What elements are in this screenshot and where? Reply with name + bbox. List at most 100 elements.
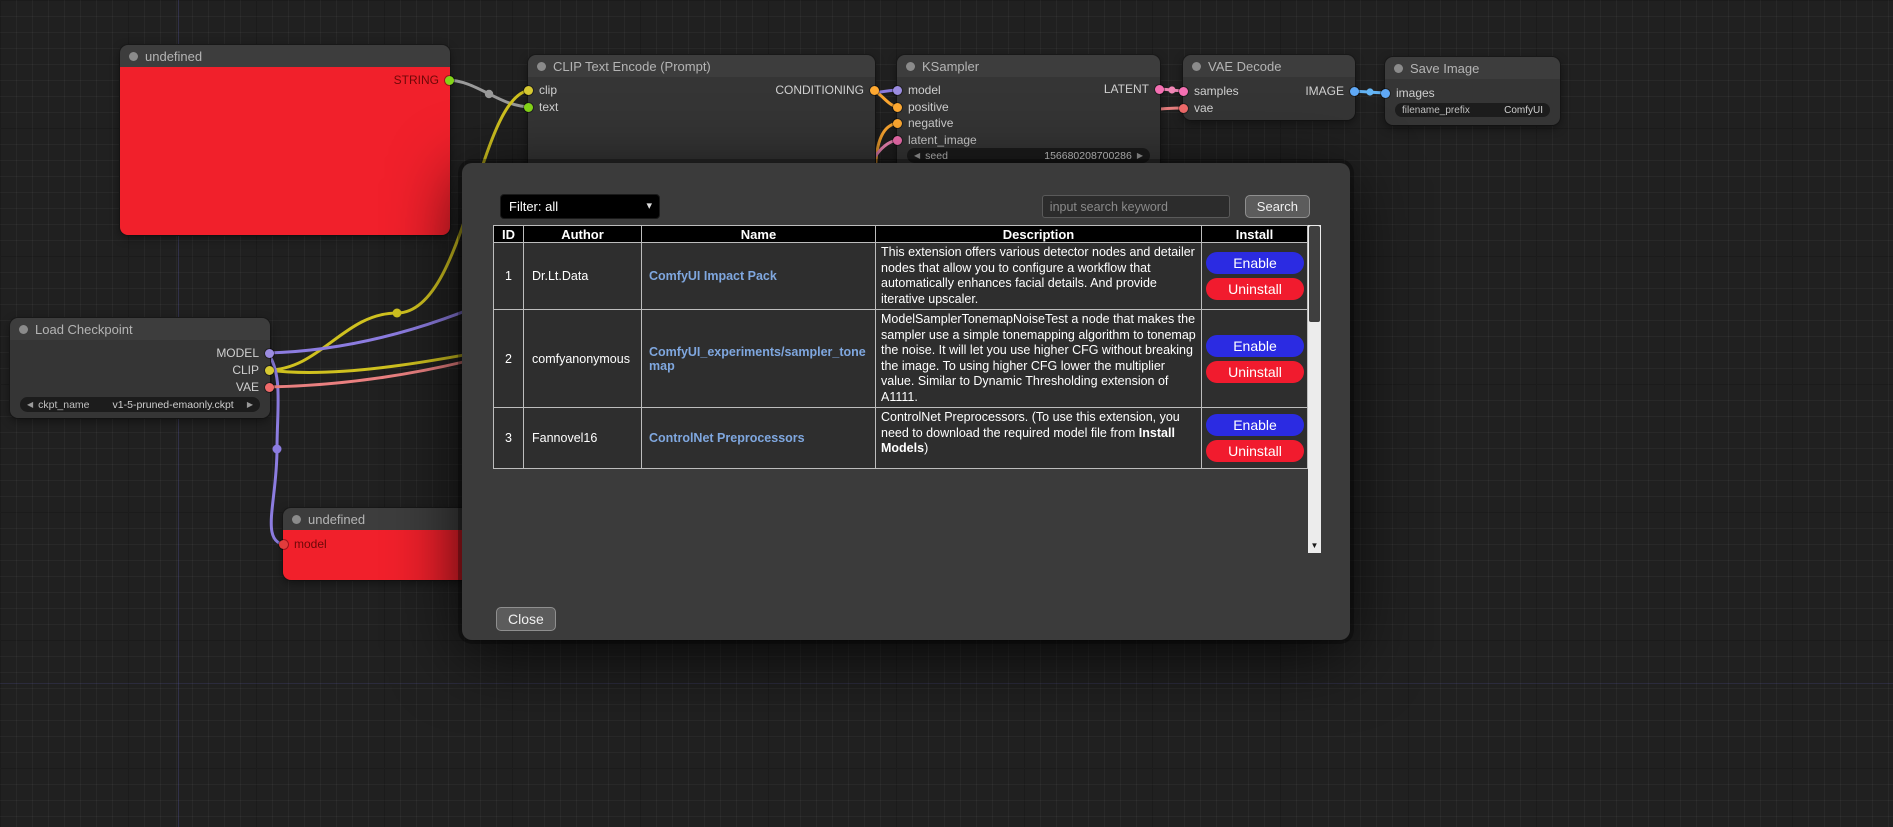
input-slot-model[interactable]: model xyxy=(893,84,941,96)
port-dot[interactable] xyxy=(893,136,902,145)
uninstall-button[interactable]: Uninstall xyxy=(1206,361,1304,383)
table-row: 3 Fannovel16 ControlNet Preprocessors Co… xyxy=(494,408,1308,469)
port-label: CLIP xyxy=(232,364,259,376)
port-dot[interactable] xyxy=(1155,85,1164,94)
port-dot[interactable] xyxy=(265,366,274,375)
port-dot[interactable] xyxy=(870,86,879,95)
node-save-image[interactable]: Save Image images filename_prefix ComfyU… xyxy=(1385,57,1560,125)
port-dot[interactable] xyxy=(265,383,274,392)
extension-link[interactable]: ComfyUI_experiments/sampler_tonemap xyxy=(649,345,866,373)
node-body: model positive negative latent_image LAT… xyxy=(897,77,1160,170)
wire-dot xyxy=(1168,86,1175,93)
node-body: samples vae IMAGE xyxy=(1183,77,1355,120)
port-label: text xyxy=(539,101,558,113)
node-body: MODEL CLIP VAE ◀ ckpt_name v1-5-pruned-e… xyxy=(10,340,270,418)
node-titlebar[interactable]: KSampler xyxy=(897,55,1160,77)
cell-author: Dr.Lt.Data xyxy=(524,243,642,310)
port-dot[interactable] xyxy=(524,86,533,95)
collapse-dot-icon[interactable] xyxy=(292,515,301,524)
extension-link[interactable]: ControlNet Preprocessors xyxy=(649,431,805,445)
node-titlebar[interactable]: undefined xyxy=(120,45,450,67)
port-dot[interactable] xyxy=(279,540,288,549)
port-dot[interactable] xyxy=(1350,87,1359,96)
node-titlebar[interactable]: Load Checkpoint xyxy=(10,318,270,340)
input-slot-text[interactable]: text xyxy=(524,101,558,113)
port-dot[interactable] xyxy=(893,119,902,128)
node-load-checkpoint[interactable]: Load Checkpoint MODEL CLIP VAE ◀ ckpt_na… xyxy=(10,318,270,418)
search-button[interactable]: Search xyxy=(1245,195,1310,218)
enable-button[interactable]: Enable xyxy=(1206,335,1304,357)
close-button[interactable]: Close xyxy=(496,607,556,631)
output-slot-vae[interactable]: VAE xyxy=(236,381,274,393)
cell-author: Fannovel16 xyxy=(524,408,642,469)
port-label: positive xyxy=(908,101,949,113)
output-slot-string[interactable]: STRING xyxy=(394,74,454,86)
port-dot[interactable] xyxy=(445,76,454,85)
output-slot-conditioning[interactable]: CONDITIONING xyxy=(775,84,879,96)
input-slot-samples[interactable]: samples xyxy=(1179,85,1239,97)
node-title: KSampler xyxy=(922,59,979,74)
collapse-dot-icon[interactable] xyxy=(19,325,28,334)
port-dot[interactable] xyxy=(265,349,274,358)
cell-id: 1 xyxy=(494,243,524,310)
output-slot-clip[interactable]: CLIP xyxy=(232,364,274,376)
output-slot-image[interactable]: IMAGE xyxy=(1305,85,1359,97)
node-titlebar[interactable]: CLIP Text Encode (Prompt) xyxy=(528,55,875,77)
node-string-primitive[interactable]: undefined STRING xyxy=(120,45,450,235)
node-title: Load Checkpoint xyxy=(35,322,133,337)
port-dot[interactable] xyxy=(524,103,533,112)
increment-arrow-icon[interactable]: ▶ xyxy=(1137,151,1143,160)
port-dot[interactable] xyxy=(1179,87,1188,96)
comfyui-canvas[interactable]: undefined STRING CLIP Text Encode (Promp… xyxy=(0,0,1893,827)
widget-label: seed xyxy=(925,150,948,162)
widget-value[interactable]: 156680208700286 xyxy=(1044,150,1132,162)
decrement-arrow-icon[interactable]: ◀ xyxy=(914,151,920,160)
seed-widget[interactable]: ◀ seed 156680208700286 ▶ xyxy=(907,148,1150,163)
input-slot-vae[interactable]: vae xyxy=(1179,102,1213,114)
enable-button[interactable]: Enable xyxy=(1206,252,1304,274)
widget-value[interactable]: v1-5-pruned-emaonly.ckpt xyxy=(113,399,234,411)
port-label: model xyxy=(294,538,327,550)
node-vae-decode[interactable]: VAE Decode samples vae IMAGE xyxy=(1183,55,1355,120)
enable-button[interactable]: Enable xyxy=(1206,414,1304,436)
wire-dot xyxy=(393,309,402,318)
extension-link[interactable]: ComfyUI Impact Pack xyxy=(649,269,777,283)
output-slot-model[interactable]: MODEL xyxy=(216,347,274,359)
collapse-dot-icon[interactable] xyxy=(537,62,546,71)
collapse-dot-icon[interactable] xyxy=(1192,62,1201,71)
port-dot[interactable] xyxy=(1381,89,1390,98)
uninstall-button[interactable]: Uninstall xyxy=(1206,440,1304,462)
input-slot-model[interactable]: model xyxy=(279,538,327,550)
node-titlebar[interactable]: Save Image xyxy=(1385,57,1560,79)
extension-table-container: ID Author Name Description Install 1 Dr.… xyxy=(493,225,1321,553)
node-ksampler[interactable]: KSampler model positive negative latent_… xyxy=(897,55,1160,170)
output-slot-latent[interactable]: LATENT xyxy=(1104,83,1164,95)
filename-prefix-widget[interactable]: filename_prefix ComfyUI xyxy=(1395,103,1550,117)
scrollbar-down-arrow-icon[interactable]: ▼ xyxy=(1308,538,1321,553)
port-label: clip xyxy=(539,84,557,96)
filter-select[interactable]: Filter: all xyxy=(500,194,660,219)
prev-arrow-icon[interactable]: ◀ xyxy=(27,400,33,409)
input-slot-positive[interactable]: positive xyxy=(893,101,949,113)
node-titlebar[interactable]: VAE Decode xyxy=(1183,55,1355,77)
scrollbar-thumb[interactable] xyxy=(1309,226,1320,322)
input-slot-latent-image[interactable]: latent_image xyxy=(893,134,977,146)
description-text: ) xyxy=(924,441,928,455)
port-dot[interactable] xyxy=(893,86,902,95)
input-slot-clip[interactable]: clip xyxy=(524,84,557,96)
collapse-dot-icon[interactable] xyxy=(129,52,138,61)
port-dot[interactable] xyxy=(1179,104,1188,113)
input-slot-images[interactable]: images xyxy=(1381,87,1435,99)
collapse-dot-icon[interactable] xyxy=(1394,64,1403,73)
port-dot[interactable] xyxy=(893,103,902,112)
table-scrollbar[interactable]: ▼ xyxy=(1308,225,1321,553)
widget-value[interactable]: ComfyUI xyxy=(1504,105,1543,116)
uninstall-button[interactable]: Uninstall xyxy=(1206,278,1304,300)
collapse-dot-icon[interactable] xyxy=(906,62,915,71)
node-body: STRING xyxy=(120,67,450,235)
input-slot-negative[interactable]: negative xyxy=(893,117,953,129)
next-arrow-icon[interactable]: ▶ xyxy=(247,400,253,409)
table-row: 2 comfyanonymous ComfyUI_experiments/sam… xyxy=(494,310,1308,408)
ckpt-name-widget[interactable]: ◀ ckpt_name v1-5-pruned-emaonly.ckpt ▶ xyxy=(20,397,260,412)
search-input[interactable] xyxy=(1042,195,1230,218)
